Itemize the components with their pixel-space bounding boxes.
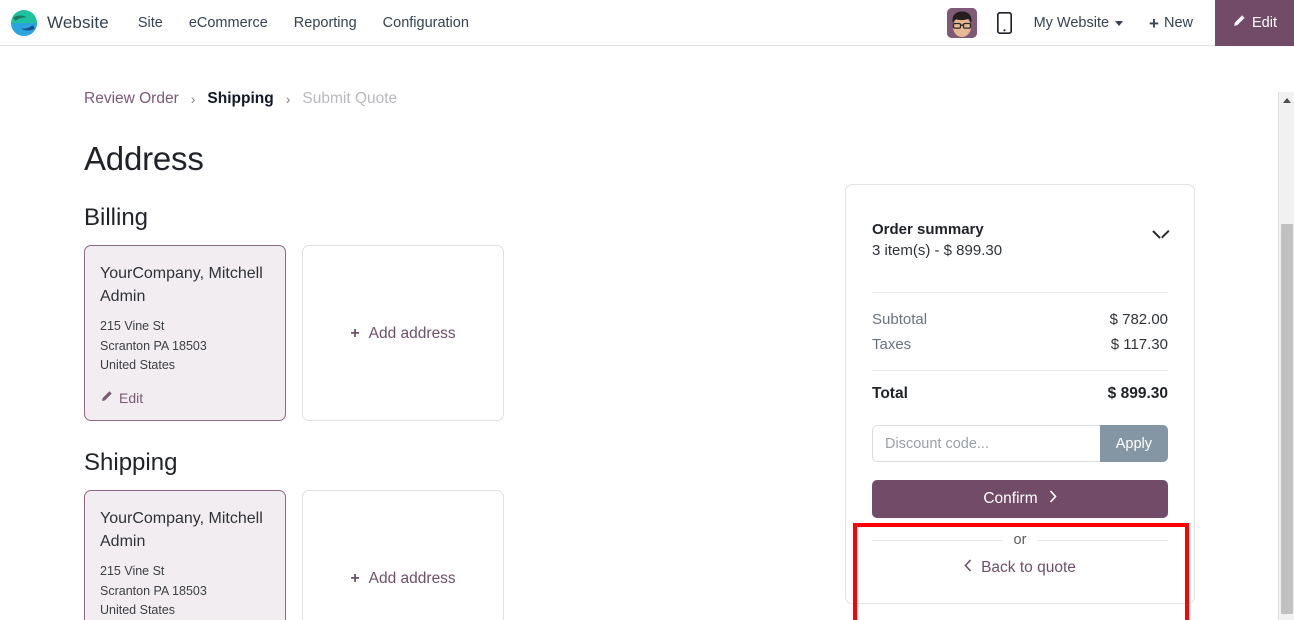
pencil-icon — [1232, 14, 1246, 32]
breadcrumb: Review Order › Shipping › Submit Quote — [84, 90, 1270, 108]
total-value: $ 899.30 — [1107, 385, 1168, 402]
checkout-cta-zone: Confirm or Back to quote — [872, 480, 1168, 577]
new-button-label: New — [1163, 15, 1193, 31]
pencil-icon — [100, 390, 113, 406]
billing-add-address-label: Add address — [368, 325, 456, 342]
scroll-up-button[interactable] — [1279, 92, 1294, 108]
billing-city-state-zip: Scranton PA 18503 — [100, 338, 207, 353]
shipping-address-name: YourCompany, Mitchell Admin — [100, 510, 263, 551]
breadcrumb-shipping[interactable]: Shipping — [207, 90, 273, 108]
page-title: Address — [84, 140, 204, 177]
brand-home-link[interactable]: Website — [10, 9, 115, 37]
order-summary-rows: Subtotal $ 782.00 Taxes $ 117.30 — [872, 293, 1168, 370]
billing-address-card[interactable]: YourCompany, Mitchell Admin 215 Vine St … — [84, 245, 286, 421]
taxes-value: $ 117.30 — [1110, 336, 1168, 353]
breadcrumb-review-order[interactable]: Review Order — [84, 90, 179, 108]
summary-row-subtotal: Subtotal $ 782.00 — [872, 307, 1168, 332]
navbar-right: My Website + New Edit — [946, 0, 1294, 46]
shipping-country: United States — [100, 603, 176, 618]
shipping-address-card[interactable]: YourCompany, Mitchell Admin 215 Vine St … — [84, 490, 286, 620]
plus-icon: + — [350, 570, 360, 587]
billing-add-address-card[interactable]: + Add address — [302, 245, 504, 421]
chevron-down-icon[interactable] — [1153, 230, 1168, 239]
nav-item-configuration[interactable]: Configuration — [370, 9, 482, 37]
nav-item-site[interactable]: Site — [125, 9, 176, 37]
mobile-preview-icon[interactable] — [996, 12, 1012, 34]
breadcrumb-separator: › — [285, 91, 291, 107]
website-selector[interactable]: My Website — [1033, 15, 1124, 31]
plus-icon: + — [350, 325, 360, 342]
order-summary-heading-text: Order summary 3 item(s) - $ 899.30 — [872, 221, 1002, 259]
chevron-left-icon — [964, 559, 972, 577]
discount-code-input[interactable] — [872, 425, 1100, 462]
billing-address-details: 215 Vine St Scranton PA 18503 United Sta… — [100, 317, 270, 375]
or-label: or — [1013, 532, 1027, 548]
shipping-address-details: 215 Vine St Scranton PA 18503 United Sta… — [100, 562, 270, 620]
user-avatar[interactable] — [946, 8, 977, 38]
order-summary-panel: Order summary 3 item(s) - $ 899.30 Subto… — [845, 184, 1195, 604]
billing-edit-label: Edit — [119, 389, 144, 406]
odoo-logo-icon — [10, 9, 38, 37]
back-to-quote-label: Back to quote — [981, 559, 1076, 576]
shipping-add-address-label: Add address — [368, 570, 456, 587]
nav-item-reporting[interactable]: Reporting — [281, 9, 370, 37]
apply-discount-button[interactable]: Apply — [1099, 425, 1168, 462]
website-selector-label: My Website — [1033, 15, 1110, 31]
back-to-quote-link[interactable]: Back to quote — [872, 559, 1168, 577]
new-button[interactable]: + New — [1149, 15, 1193, 32]
shipping-street: 215 Vine St — [100, 564, 165, 579]
scrollbar-thumb[interactable] — [1281, 224, 1293, 614]
confirm-button[interactable]: Confirm — [872, 480, 1168, 518]
order-summary-title: Order summary — [872, 221, 984, 238]
plus-icon: + — [1149, 13, 1159, 33]
total-label: Total — [872, 385, 908, 402]
billing-street: 215 Vine St — [100, 319, 165, 334]
summary-row-total: Total $ 899.30 — [872, 371, 1168, 403]
nav-item-ecommerce[interactable]: eCommerce — [176, 9, 281, 37]
breadcrumb-separator: › — [190, 91, 196, 107]
brand-name: Website — [47, 12, 109, 32]
edit-button-label: Edit — [1252, 15, 1277, 31]
edit-button[interactable]: Edit — [1215, 0, 1294, 46]
top-navbar: Website Site eCommerce Reporting Configu… — [0, 0, 1294, 46]
billing-country: United States — [100, 358, 176, 373]
page-body: Review Order › Shipping › Submit Quote A… — [0, 46, 1294, 620]
order-summary-header[interactable]: Order summary 3 item(s) - $ 899.30 — [872, 221, 1168, 259]
shipping-add-address-button[interactable]: + Add address — [350, 570, 455, 588]
breadcrumb-submit-quote: Submit Quote — [302, 90, 398, 107]
taxes-label: Taxes — [872, 336, 912, 353]
subtotal-label: Subtotal — [872, 311, 928, 328]
billing-add-address-button[interactable]: + Add address — [350, 325, 455, 343]
chevron-right-icon — [1049, 490, 1057, 508]
summary-row-taxes: Taxes $ 117.30 — [872, 332, 1168, 357]
or-separator: or — [872, 532, 1168, 548]
vertical-scrollbar[interactable] — [1278, 92, 1294, 620]
subtotal-value: $ 782.00 — [1109, 311, 1168, 328]
billing-address-name: YourCompany, Mitchell Admin — [100, 265, 263, 306]
navbar-left: Website Site eCommerce Reporting Configu… — [10, 9, 482, 37]
billing-edit-link[interactable]: Edit — [100, 390, 270, 406]
confirm-button-label: Confirm — [983, 490, 1038, 507]
discount-code-row: Apply — [872, 425, 1168, 462]
order-summary-subtitle: 3 item(s) - $ 899.30 — [872, 242, 1003, 259]
chevron-down-icon — [1115, 20, 1124, 26]
triangle-up-icon — [1283, 97, 1291, 103]
shipping-city-state-zip: Scranton PA 18503 — [100, 583, 207, 598]
shipping-add-address-card[interactable]: + Add address — [302, 490, 504, 620]
